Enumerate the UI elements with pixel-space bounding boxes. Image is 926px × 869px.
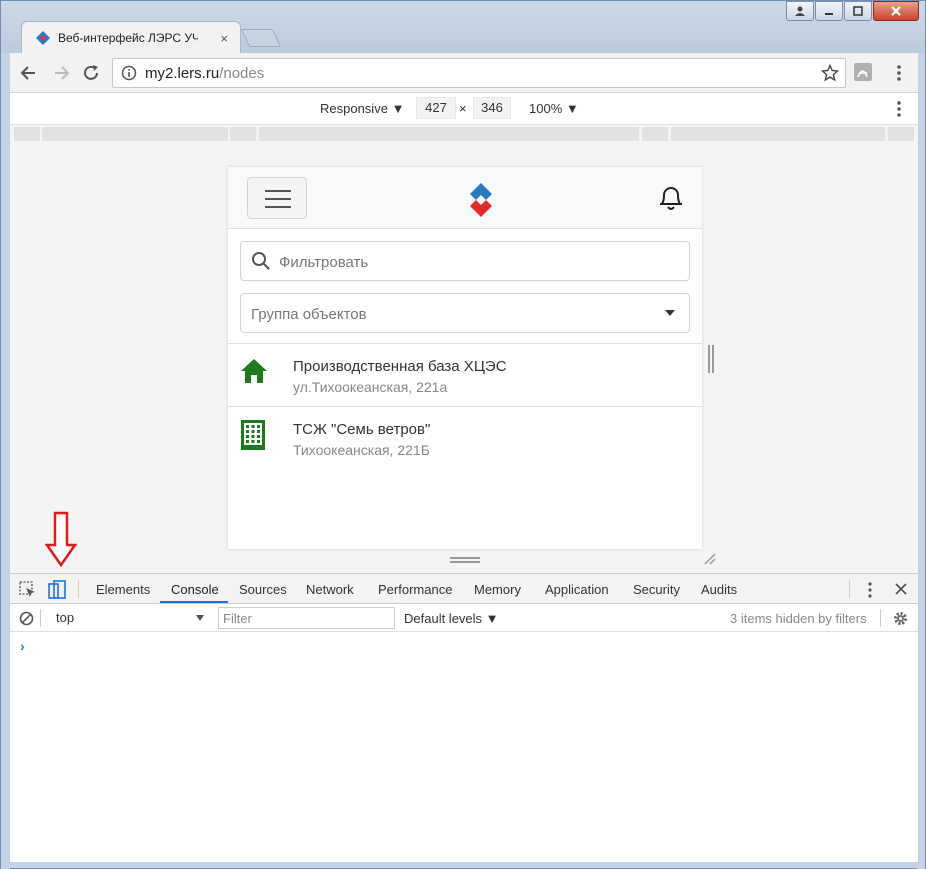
filter-placeholder: Фильтровать: [279, 254, 369, 271]
search-icon: [252, 252, 270, 270]
chevron-down-icon: [196, 615, 204, 621]
item-address: ул.Тихоокеанская, 221а: [293, 379, 448, 395]
tab-close-icon[interactable]: ×: [220, 31, 228, 46]
close-window-button[interactable]: [873, 1, 919, 21]
window-frame-right: [917, 53, 925, 869]
viewport-height-input[interactable]: 346: [473, 97, 511, 119]
clear-console-icon[interactable]: [19, 611, 34, 626]
console-output[interactable]: ›: [10, 632, 918, 862]
tab-elements[interactable]: Elements: [96, 582, 150, 597]
url-text: my2.lers.ru/nodes: [145, 65, 264, 82]
tab-title: Веб-интерфейс ЛЭРС УЧ: [58, 30, 198, 45]
chevron-down-icon: ▼: [391, 101, 405, 116]
active-tab-indicator: [160, 601, 228, 603]
media-query-ruler[interactable]: [10, 125, 918, 143]
zoom-label: 100%: [529, 101, 563, 116]
minimize-button[interactable]: [815, 1, 843, 21]
info-icon: [121, 65, 137, 81]
filter-input[interactable]: Фильтровать: [240, 241, 690, 281]
item-address: Тихоокеанская, 221Б: [293, 442, 430, 458]
tab-memory[interactable]: Memory: [474, 582, 521, 597]
devtools-menu-icon[interactable]: [863, 581, 877, 599]
bell-icon[interactable]: [658, 183, 684, 211]
building-icon: [241, 420, 265, 450]
context-select[interactable]: top: [48, 607, 208, 629]
item-title: Производственная база ХЦЭС: [293, 358, 507, 375]
chevron-down-icon: ▼: [485, 611, 499, 626]
minimize-icon: [825, 13, 833, 15]
tab-audits[interactable]: Audits: [701, 582, 737, 597]
viewport-resize-handle-corner[interactable]: [704, 553, 716, 565]
browser-window: Веб-интерфейс ЛЭРС УЧ × my2.lers.ru/node…: [0, 0, 926, 869]
menu-toggle-button[interactable]: [247, 177, 307, 219]
window-controls: [785, 1, 919, 21]
forward-icon[interactable]: [51, 63, 71, 83]
lers-logo-icon[interactable]: [468, 183, 494, 217]
browser-tab[interactable]: Веб-интерфейс ЛЭРС УЧ ×: [21, 21, 241, 53]
chevron-down-icon: ▼: [565, 101, 579, 116]
url-path: /nodes: [219, 64, 265, 82]
maximize-icon: [853, 6, 863, 16]
close-devtools-icon[interactable]: [894, 582, 908, 596]
console-settings-gear-icon[interactable]: [892, 610, 909, 627]
object-group-select[interactable]: Группа объектов: [240, 293, 690, 333]
dimension-separator: ×: [459, 101, 467, 116]
device-toggle-icon[interactable]: [48, 580, 66, 600]
viewport-resize-handle-right[interactable]: [708, 345, 714, 373]
mobile-page: Фильтровать Группа объектов Производстве…: [228, 167, 702, 549]
pdf-extension-icon[interactable]: [853, 62, 873, 82]
tab-console[interactable]: Console: [171, 582, 219, 597]
viewport-resize-handle-bottom[interactable]: [450, 557, 480, 563]
zoom-select[interactable]: 100% ▼: [529, 101, 579, 116]
chevron-down-icon: [665, 310, 675, 316]
devtools-tab-bar: Elements Console Sources Network Perform…: [10, 573, 918, 604]
log-levels-label: Default levels: [404, 611, 483, 626]
tab-performance[interactable]: Performance: [378, 582, 452, 597]
context-label: top: [56, 610, 75, 625]
close-icon: [891, 6, 901, 16]
tab-application[interactable]: Application: [545, 582, 609, 597]
reload-icon[interactable]: [81, 63, 101, 83]
list-item[interactable]: Производственная база ХЦЭС ул.Тихоокеанс…: [228, 343, 702, 406]
log-levels-select[interactable]: Default levels ▼: [404, 611, 499, 626]
user-icon: [795, 6, 805, 16]
back-icon[interactable]: [19, 63, 39, 83]
tab-security[interactable]: Security: [633, 582, 680, 597]
device-toolbar-menu-icon[interactable]: [891, 100, 907, 118]
browser-toolbar: my2.lers.ru/nodes: [10, 53, 918, 93]
user-button[interactable]: [786, 1, 814, 21]
url-host: my2.lers.ru: [145, 64, 220, 82]
object-group-placeholder: Группа объектов: [251, 306, 367, 323]
tab-network[interactable]: Network: [306, 582, 354, 597]
maximize-button[interactable]: [844, 1, 872, 21]
console-toolbar: top Filter Default levels ▼ 3 items hidd…: [10, 604, 918, 632]
lers-logo-icon: [36, 30, 50, 45]
red-down-arrow-icon: [45, 511, 77, 567]
emulated-viewport: Фильтровать Группа объектов Производстве…: [10, 143, 918, 573]
console-prompt: ›: [20, 638, 25, 654]
app-header: [228, 167, 702, 229]
house-icon: [241, 359, 267, 383]
list-item[interactable]: ТСЖ "Семь ветров" Тихоокеанская, 221Б: [228, 406, 702, 469]
inspect-element-icon[interactable]: [19, 581, 37, 599]
window-frame-left: [1, 53, 10, 869]
responsive-mode-select[interactable]: Responsive ▼: [320, 101, 404, 116]
hidden-items-info: 3 items hidden by filters: [730, 611, 867, 626]
viewport-width-input[interactable]: 427: [416, 97, 456, 119]
bookmark-star-icon[interactable]: [821, 64, 839, 82]
address-bar[interactable]: my2.lers.ru/nodes: [112, 58, 846, 88]
item-title: ТСЖ "Семь ветров": [293, 421, 431, 438]
console-filter-input[interactable]: Filter: [218, 607, 395, 629]
responsive-mode-label: Responsive: [320, 101, 388, 116]
browser-menu-icon[interactable]: [891, 63, 907, 83]
device-toolbar: Responsive ▼ 427 × 346 100% ▼: [10, 93, 918, 125]
tab-sources[interactable]: Sources: [239, 582, 287, 597]
